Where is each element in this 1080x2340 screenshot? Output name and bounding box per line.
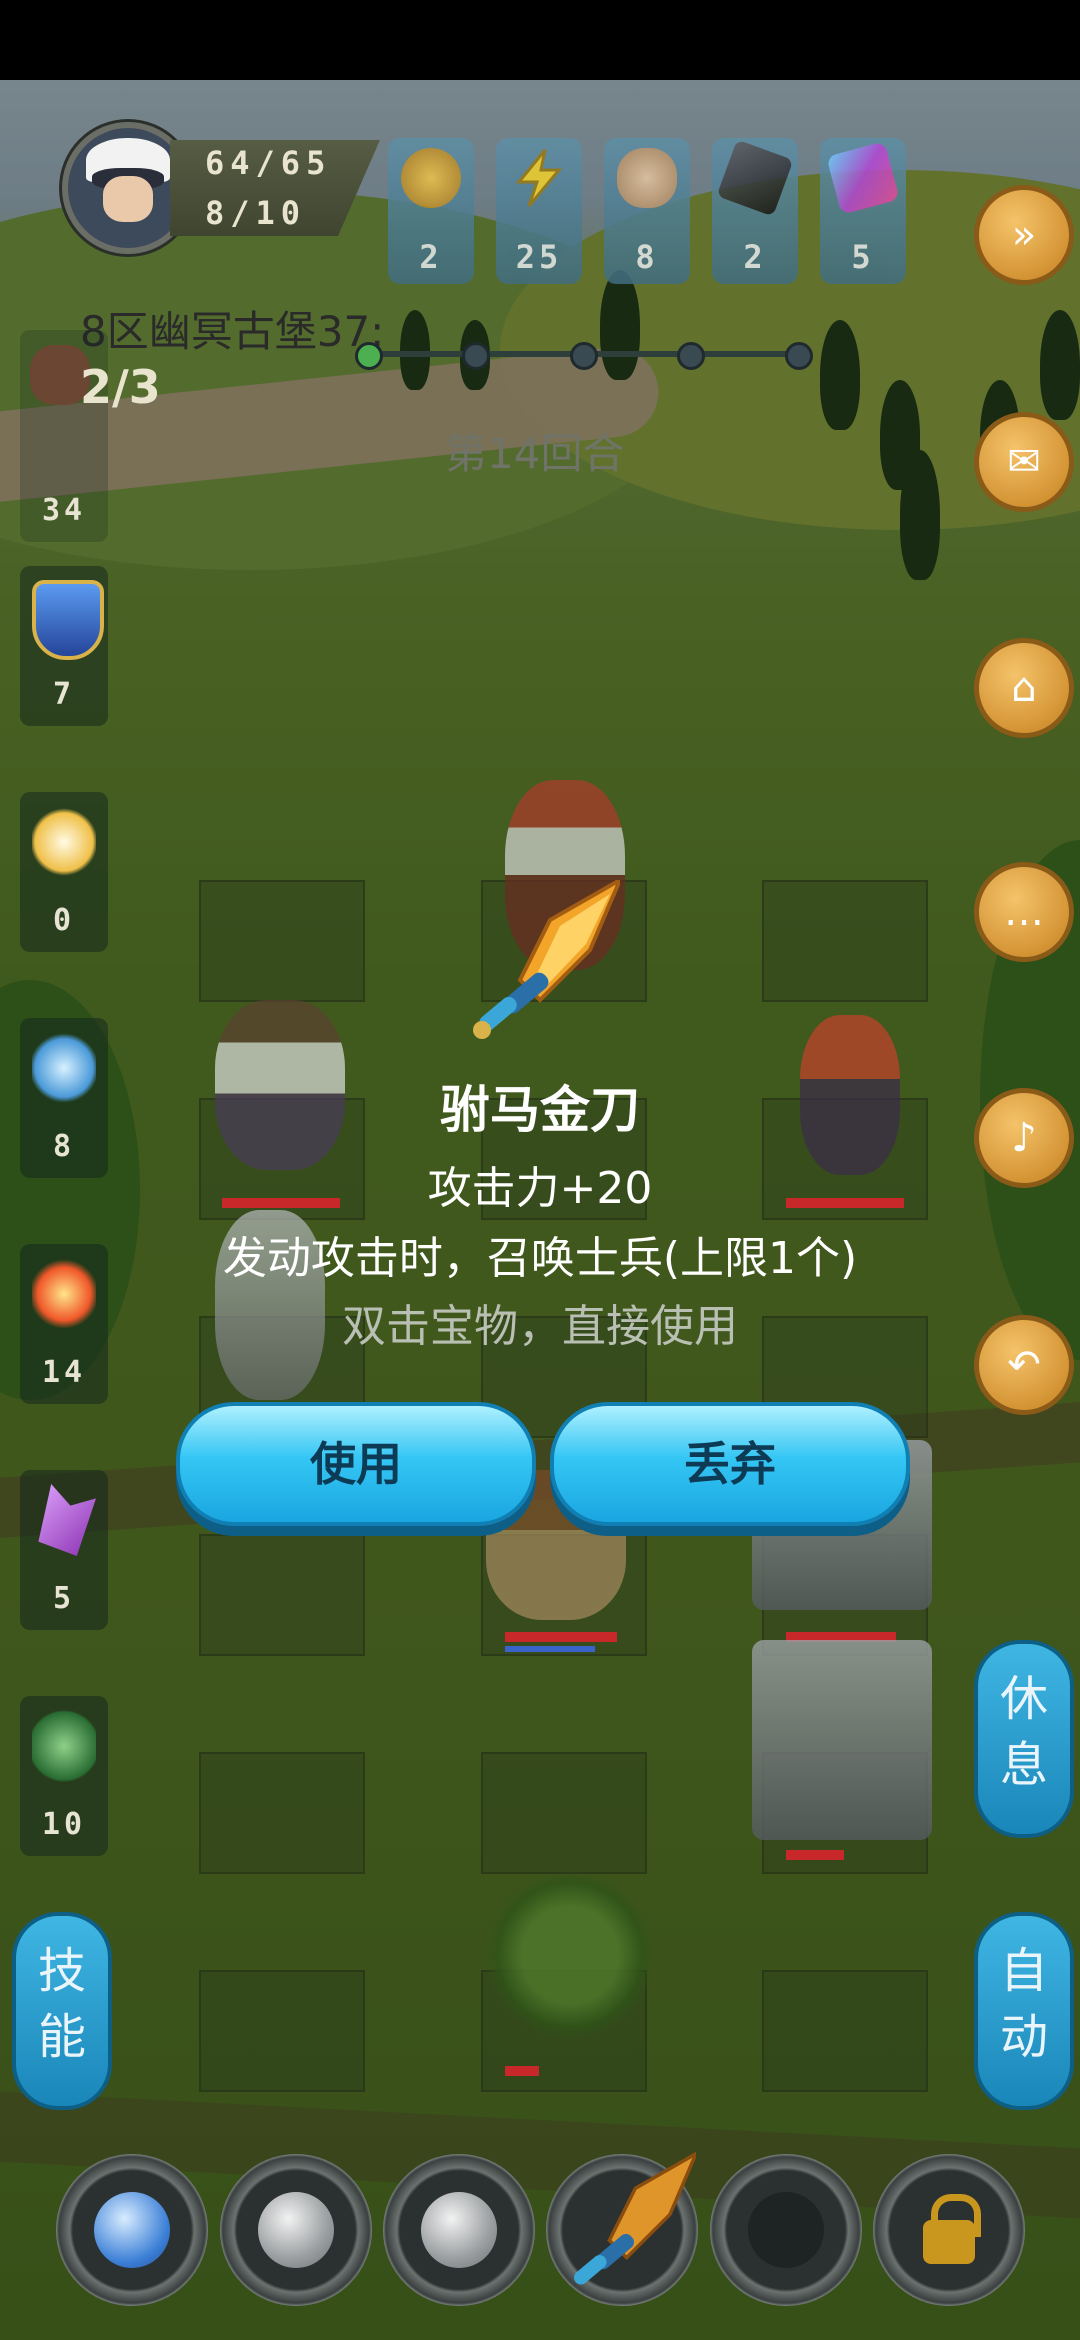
use-button[interactable]: 使用 [176, 1402, 536, 1526]
skill-button[interactable]: 技能 [12, 1912, 112, 2110]
stage-name: 8区幽冥古堡37: [80, 307, 385, 356]
fast-forward-button[interactable]: » [974, 185, 1074, 285]
progress-dot [677, 342, 705, 370]
resource-stone[interactable]: 2 [712, 138, 798, 284]
green-slime-icon [32, 1710, 96, 1782]
home-icon: ⌂ [1011, 665, 1037, 711]
skill-slot-slime[interactable]: 10 [20, 1696, 108, 1856]
chat-icon: … [1004, 889, 1044, 935]
hp-bar [505, 2066, 539, 2076]
slot-count: 0 [52, 903, 76, 938]
auto-button[interactable]: 自动 [974, 1912, 1074, 2110]
inventory-slot[interactable] [220, 2154, 372, 2306]
potion-bottle-icon [94, 2192, 170, 2268]
gold-count: 2 [419, 238, 443, 276]
golden-sword-icon [574, 2151, 696, 2285]
shield-bar [505, 1646, 595, 1652]
power-count: 34 [41, 493, 87, 528]
purple-crystal-icon [38, 1484, 96, 1556]
skill-slot-light[interactable]: 0 [20, 792, 108, 952]
board-cell[interactable] [199, 1534, 365, 1656]
status-bar [0, 0, 1080, 80]
gold-coin-icon [401, 148, 461, 208]
item-name: 驸马金刀 [440, 1081, 640, 1139]
inventory-slot[interactable] [383, 2154, 535, 2306]
board-cell[interactable] [199, 1752, 365, 1874]
empty-orb-icon [258, 2192, 334, 2268]
empty-orb-icon [421, 2192, 497, 2268]
chat-button[interactable]: … [974, 862, 1074, 962]
skill-slot-crystal[interactable]: 5 [20, 1470, 108, 1630]
palm-tree-obstacle[interactable] [485, 1870, 655, 2040]
skill-label: 技能 [37, 1943, 86, 2065]
progress-dot [462, 342, 490, 370]
mail-button[interactable]: ✉ [974, 412, 1074, 512]
purple-gem-icon [826, 141, 900, 215]
lightning-icon [509, 148, 569, 208]
golden-sword-icon [473, 880, 620, 1039]
rest-label: 休息 [999, 1671, 1048, 1793]
auto-label: 自动 [999, 1943, 1048, 2065]
slot-count: 14 [41, 1355, 87, 1390]
hp-bar [786, 1850, 844, 1860]
resource-energy[interactable]: 25 [496, 138, 582, 284]
resource-gem[interactable]: 5 [820, 138, 906, 284]
item-effect: 发动攻击时，召唤士兵(上限1个) [222, 1233, 858, 1284]
gem-count: 5 [851, 238, 875, 276]
progress-dot [570, 342, 598, 370]
discard-button[interactable]: 丢弃 [550, 1402, 910, 1526]
mail-icon: ✉ [1007, 439, 1041, 485]
home-button[interactable]: ⌂ [974, 638, 1074, 738]
board-cell[interactable] [481, 1752, 647, 1874]
slot-count: 10 [41, 1807, 87, 1842]
resource-bread[interactable]: 8 [604, 138, 690, 284]
rest-button[interactable]: 休息 [974, 1640, 1074, 1838]
hp-bar [505, 1632, 617, 1642]
bread-count: 8 [635, 238, 659, 276]
slot-count: 5 [52, 1581, 76, 1616]
board-cell[interactable] [199, 1970, 365, 2092]
inventory-slot[interactable] [56, 2154, 208, 2306]
item-attack: 攻击力+20 [427, 1163, 653, 1214]
progress-dot [785, 342, 813, 370]
empty-slot-icon [748, 2192, 824, 2268]
light-pillar-icon [32, 806, 96, 878]
hp-value: 64/65 [205, 144, 332, 182]
board-cell[interactable] [762, 1970, 928, 2092]
black-stone-icon [716, 139, 794, 217]
stone-count: 2 [743, 238, 767, 276]
slot-count: 7 [52, 677, 76, 712]
attempts-count: 2/3 [80, 360, 161, 414]
inventory-slot[interactable] [710, 2154, 862, 2306]
ballista-tower[interactable] [752, 1640, 932, 1840]
energy-value: 8/10 [205, 194, 307, 232]
bread-icon [617, 148, 677, 208]
shield-icon [32, 580, 104, 660]
round-label: 第14回合 [445, 429, 625, 478]
energy-count: 25 [515, 238, 563, 276]
board-cell[interactable] [199, 880, 365, 1002]
progress-dot [355, 342, 383, 370]
board-cell[interactable] [762, 880, 928, 1002]
item-hint: 双击宝物，直接使用 [342, 1301, 738, 1352]
skill-slot-shield[interactable]: 7 [20, 566, 108, 726]
inventory-slot-selected[interactable] [546, 2151, 698, 2306]
resource-gold[interactable]: 2 [388, 138, 474, 284]
fast-forward-icon: » [1011, 212, 1037, 258]
inventory-slot-locked[interactable] [873, 2154, 1025, 2306]
